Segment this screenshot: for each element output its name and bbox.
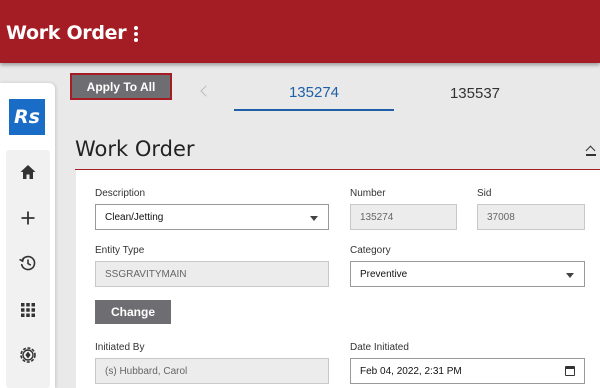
section-title: Work Order xyxy=(75,137,195,161)
description-select[interactable]: Clean/Jetting xyxy=(95,204,329,230)
sidebar-item-settings[interactable] xyxy=(6,335,50,375)
chevron-left-icon[interactable] xyxy=(200,85,212,97)
history-icon xyxy=(19,255,36,271)
apply-to-all-button[interactable]: Apply To All xyxy=(70,73,172,100)
sidebar-item-add[interactable] xyxy=(6,198,50,238)
collapse-icon[interactable] xyxy=(585,145,596,156)
category-value: Preventive xyxy=(360,268,408,280)
initiated-by-label: Initiated By xyxy=(95,342,145,353)
sidebar-nav xyxy=(6,150,50,388)
sidebar: Rs xyxy=(0,83,55,388)
entity-type-field: SSGRAVITYMAIN xyxy=(95,261,329,287)
app-logo[interactable]: Rs xyxy=(9,99,45,135)
grid-icon xyxy=(21,303,35,317)
change-button[interactable]: Change xyxy=(95,300,171,324)
category-label: Category xyxy=(350,245,391,256)
home-icon xyxy=(20,165,36,179)
app-header: Work Order xyxy=(0,0,600,63)
date-initiated-input[interactable]: Feb 04, 2022, 2:31 PM xyxy=(350,358,585,384)
category-select[interactable]: Preventive xyxy=(350,261,585,287)
sidebar-item-home[interactable] xyxy=(6,152,50,192)
description-value: Clean/Jetting xyxy=(105,211,164,223)
number-label: Number xyxy=(350,188,386,199)
sidebar-item-history[interactable] xyxy=(6,243,50,283)
plus-icon xyxy=(21,211,35,225)
app-title: Work Order xyxy=(6,22,127,44)
entity-type-label: Entity Type xyxy=(95,245,145,256)
sid-field: 37008 xyxy=(477,204,585,230)
tab-135274[interactable]: 135274 xyxy=(234,75,394,111)
main-content: Apply To All 135274 135537 Work Order De… xyxy=(55,63,600,388)
chevron-down-icon xyxy=(566,273,574,278)
description-label: Description xyxy=(95,188,146,199)
sid-label: Sid xyxy=(477,188,492,199)
calendar-icon[interactable] xyxy=(565,366,575,376)
date-initiated-value: Feb 04, 2022, 2:31 PM xyxy=(360,365,462,377)
gear-icon xyxy=(20,347,36,363)
date-initiated-label: Date Initiated xyxy=(350,342,409,353)
kebab-menu-icon[interactable] xyxy=(130,26,142,44)
initiated-by-field: (s) Hubbard, Carol xyxy=(95,358,329,384)
chevron-down-icon xyxy=(310,216,318,221)
tab-135537[interactable]: 135537 xyxy=(395,75,555,111)
number-field: 135274 xyxy=(350,204,457,230)
sidebar-item-apps[interactable] xyxy=(6,290,50,330)
